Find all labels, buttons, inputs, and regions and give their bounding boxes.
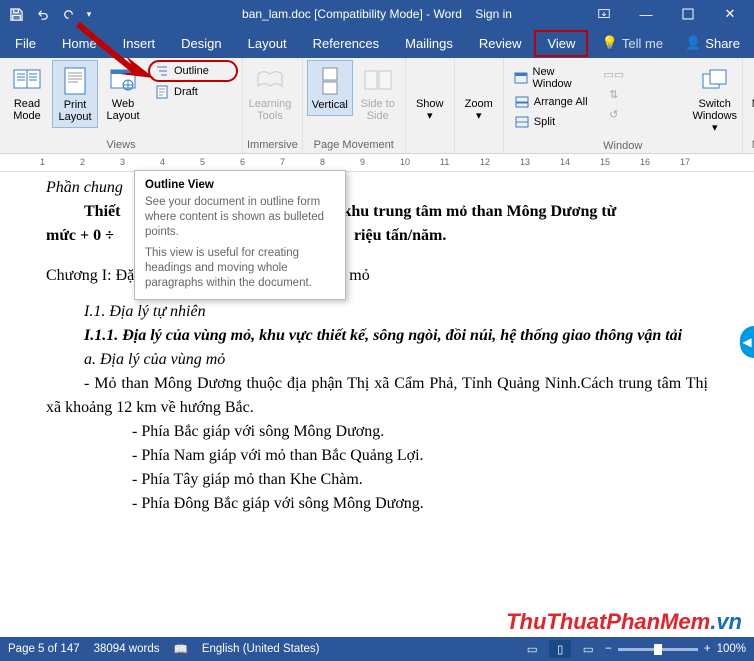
tooltip-body-2: This view is useful for creating heading… — [145, 246, 335, 291]
ribbon: Read Mode Print Layout Web Layout Outlin… — [0, 58, 754, 154]
learning-tools-icon — [254, 64, 286, 96]
new-window-button[interactable]: New Window — [508, 64, 598, 92]
share-icon: 👤 — [685, 35, 701, 51]
redo-icon[interactable] — [56, 2, 80, 26]
status-bar: Page 5 of 147 38094 words 📖 English (Uni… — [0, 637, 754, 661]
outline-tooltip: Outline View See your document in outlin… — [134, 170, 346, 300]
para-1: - Mỏ than Mông Dương thuộc địa phận Thị … — [46, 372, 708, 420]
close-icon[interactable]: ✕ — [710, 0, 750, 28]
tab-mailings[interactable]: Mailings — [392, 30, 466, 57]
tab-layout[interactable]: Layout — [235, 30, 300, 57]
qat-customize-icon[interactable]: ▾ — [82, 2, 96, 26]
status-proof-icon[interactable]: 📖 — [173, 642, 187, 656]
group-immersive: Learning Tools Immersive — [243, 58, 303, 153]
para-2: - Phía Bắc giáp với sông Mông Dương. — [46, 420, 708, 444]
para-4: - Phía Tây giáp mỏ than Khe Chàm. — [46, 468, 708, 492]
new-window-icon — [514, 70, 529, 86]
split-button[interactable]: Split — [508, 112, 598, 132]
status-language[interactable]: English (United States) — [202, 643, 320, 655]
show-button[interactable]: Show▾ — [410, 60, 450, 126]
group-views: Read Mode Print Layout Web Layout Outlin… — [0, 58, 243, 153]
vertical-icon — [314, 65, 346, 97]
maximize-icon[interactable] — [668, 0, 708, 28]
learning-tools-button: Learning Tools — [247, 60, 293, 126]
read-mode-icon — [11, 64, 43, 96]
outline-icon — [154, 63, 170, 79]
tab-file[interactable]: File — [2, 30, 49, 57]
tab-design[interactable]: Design — [168, 30, 234, 57]
status-words[interactable]: 38094 words — [94, 643, 160, 655]
print-layout-icon — [59, 65, 91, 97]
web-layout-icon — [107, 64, 139, 96]
outline-button[interactable]: Outline — [148, 60, 238, 82]
vertical-button[interactable]: Vertical — [307, 60, 353, 116]
sync-scroll-button: ⇅ — [600, 84, 690, 104]
zoom-button[interactable]: Zoom▾ — [459, 60, 499, 126]
macros-button[interactable]: Macros▾ — [747, 60, 754, 126]
document-area[interactable]: Phần chung Thiếtkhu trung tâm mỏ than Mô… — [18, 172, 736, 637]
print-layout-button[interactable]: Print Layout — [52, 60, 98, 128]
tooltip-body-1: See your document in outline form where … — [145, 195, 335, 240]
tab-references[interactable]: References — [300, 30, 392, 57]
side-icon — [362, 64, 394, 96]
heading-a: a. Địa lý của vùng mỏ — [46, 348, 708, 372]
sign-in-link[interactable]: Sign in — [475, 7, 512, 21]
title-bar: ▾ ban_lam.doc [Compatibility Mode] - Wor… — [0, 0, 754, 28]
split-icon — [514, 114, 530, 130]
status-page[interactable]: Page 5 of 147 — [8, 643, 80, 655]
web-layout-button[interactable]: Web Layout — [100, 60, 146, 126]
save-icon[interactable] — [4, 2, 28, 26]
bulb-icon: 💡 — [602, 35, 618, 51]
tab-review[interactable]: Review — [466, 30, 535, 57]
para-3: - Phía Nam giáp với mỏ than Bắc Quảng Lợ… — [46, 444, 708, 468]
group-zoom: Zoom▾ — [455, 58, 504, 153]
zoom-out-button[interactable]: − — [605, 643, 612, 655]
reset-pos-button: ↺ — [600, 104, 690, 124]
draft-icon — [154, 84, 170, 100]
zoom-in-button[interactable]: + — [704, 643, 711, 655]
group-show: Show▾ — [406, 58, 455, 153]
zoom-level[interactable]: 100% — [717, 643, 746, 655]
view-side-button: ▭▭ — [600, 64, 690, 84]
heading-i11: I.1.1. Địa lý của vùng mỏ, khu vực thiết… — [46, 324, 708, 348]
group-page-movement: Vertical Side to Side Page Movement — [303, 58, 406, 153]
group-macros: Macros▾ Macros — [743, 58, 754, 153]
undo-icon[interactable] — [30, 2, 54, 26]
tab-home[interactable]: Home — [49, 30, 110, 57]
group-window: New Window Arrange All Split ▭▭ ⇅ ↺ Swit… — [504, 58, 743, 153]
para-5: - Phía Đông Bắc giáp với sông Mông Dương… — [46, 492, 708, 516]
quick-access-toolbar: ▾ — [4, 2, 96, 26]
status-web-layout-icon[interactable]: ▭ — [577, 640, 599, 658]
draft-button[interactable]: Draft — [148, 82, 238, 102]
window-title: ban_lam.doc [Compatibility Mode] - Word … — [242, 7, 512, 21]
side-panel-tab[interactable]: ◀ — [740, 326, 754, 358]
status-print-layout-icon[interactable]: ▯ — [549, 640, 571, 658]
arrange-all-button[interactable]: Arrange All — [508, 92, 598, 112]
ruler[interactable]: 1234567891011121314151617 — [0, 154, 754, 172]
heading-i1: I.1. Địa lý tự nhiên — [46, 300, 708, 324]
arrange-icon — [514, 94, 530, 110]
side-to-side-button: Side to Side — [355, 60, 401, 126]
tell-me[interactable]: 💡Tell me — [592, 29, 673, 57]
tab-insert[interactable]: Insert — [110, 30, 169, 57]
zoom-slider[interactable] — [618, 648, 698, 651]
tooltip-title: Outline View — [145, 179, 335, 191]
share-button[interactable]: 👤Share — [673, 29, 752, 57]
switch-windows-icon — [699, 64, 731, 96]
ribbon-options-icon[interactable] — [584, 0, 624, 28]
status-read-mode-icon[interactable]: ▭ — [521, 640, 543, 658]
minimize-icon[interactable]: — — [626, 0, 666, 28]
menu-bar: File Home Insert Design Layout Reference… — [0, 28, 754, 58]
tab-view[interactable]: View — [534, 30, 588, 57]
switch-windows-button[interactable]: Switch Windows ▾ — [692, 60, 738, 138]
watermark: ThuThuatPhanMem.vn — [506, 609, 742, 635]
read-mode-button[interactable]: Read Mode — [4, 60, 50, 126]
